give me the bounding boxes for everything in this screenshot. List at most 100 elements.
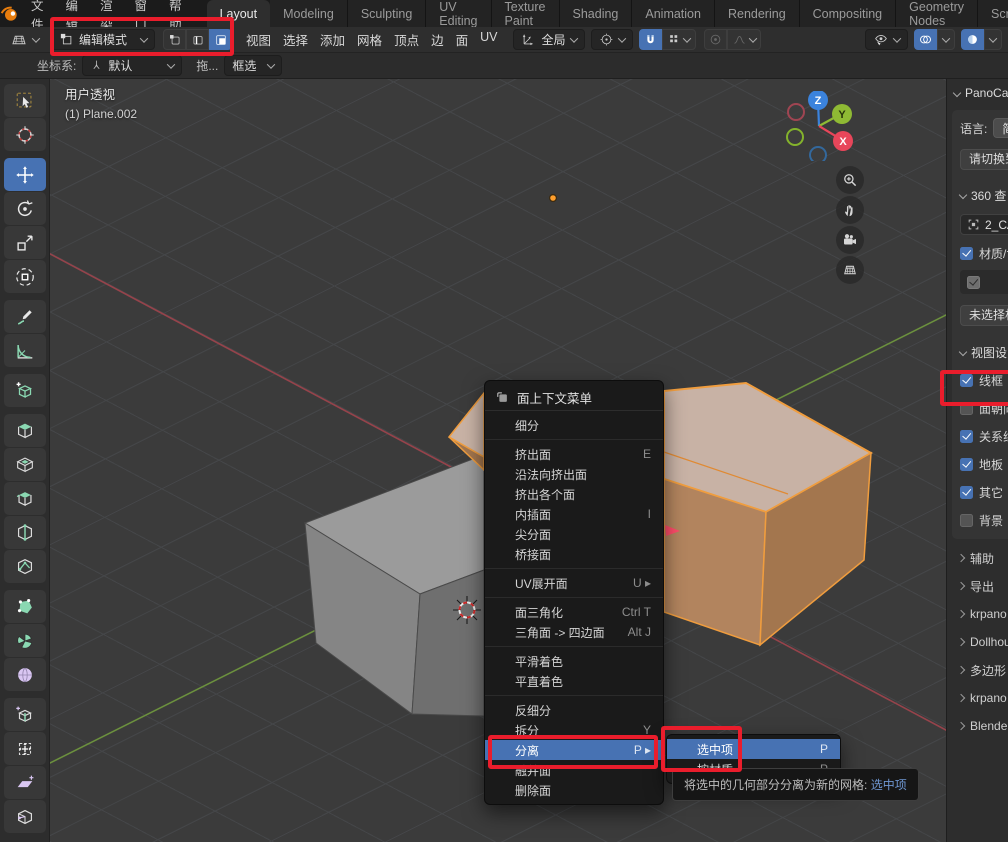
gray-box-object[interactable] bbox=[305, 457, 484, 716]
collapsed-section-5[interactable]: krpano bbox=[958, 689, 1008, 707]
viewport-menu-4[interactable]: 顶点 bbox=[388, 30, 425, 49]
show-overlays-button[interactable] bbox=[914, 29, 937, 50]
menu-item-11[interactable]: 面三角化Ctrl T bbox=[485, 602, 663, 622]
tool-cursor-button[interactable] bbox=[4, 118, 46, 151]
tool-move-button[interactable] bbox=[4, 158, 46, 191]
view-check-5[interactable]: 背景 bbox=[960, 511, 1008, 529]
submenu-item-0[interactable]: 选中项P bbox=[667, 739, 840, 759]
menu-item-18[interactable]: 拆分Y bbox=[485, 720, 663, 740]
tool-rip-region-button[interactable] bbox=[4, 800, 46, 833]
snap-settings-dropdown[interactable] bbox=[662, 29, 696, 50]
tool-bevel-button[interactable] bbox=[4, 482, 46, 515]
viewport-menu-1[interactable]: 选择 bbox=[277, 30, 314, 49]
tab-animation[interactable]: Animation bbox=[632, 0, 715, 27]
camera-view-button[interactable] bbox=[836, 226, 864, 254]
viewport-menu-0[interactable]: 视图 bbox=[240, 30, 277, 49]
tool-smooth-button[interactable] bbox=[4, 658, 46, 691]
gizmo-neg-x-ball[interactable] bbox=[788, 104, 804, 120]
camera-object-field[interactable]: 2_CAM bbox=[960, 214, 1008, 235]
menu-item-19[interactable]: 分离P ▸ bbox=[485, 740, 663, 760]
edge-select-mode-button[interactable] bbox=[186, 29, 209, 50]
tab-sculpting[interactable]: Sculpting bbox=[348, 0, 426, 27]
checkbox-checked[interactable] bbox=[960, 247, 973, 260]
language-dropdown[interactable]: 简 bbox=[993, 118, 1008, 138]
menu-item-5[interactable]: 内插面I bbox=[485, 504, 663, 524]
show-gizmo-dropdown[interactable] bbox=[865, 29, 908, 50]
menu-item-2[interactable]: 挤出面E bbox=[485, 444, 663, 464]
shading-mode-button[interactable] bbox=[961, 29, 984, 50]
tool-measure-button[interactable] bbox=[4, 334, 46, 367]
tool-edge-slide-button[interactable] bbox=[4, 698, 46, 731]
vertex-select-mode-button[interactable] bbox=[163, 29, 186, 50]
tab-rendering[interactable]: Rendering bbox=[715, 0, 800, 27]
tool-shear-button[interactable] bbox=[4, 766, 46, 799]
tool-inset-faces-button[interactable] bbox=[4, 448, 46, 481]
tool-add-cube-button[interactable] bbox=[4, 374, 46, 407]
view-check-2[interactable]: 关系线 bbox=[960, 427, 1008, 445]
viewport-menu-2[interactable]: 添加 bbox=[314, 30, 351, 49]
topbar-menu-3[interactable]: 窗口 bbox=[124, 0, 159, 27]
collapsed-section-1[interactable]: 导出 bbox=[958, 577, 1008, 595]
select-tool-dropdown[interactable]: 框选 bbox=[224, 55, 282, 76]
tab-modeling[interactable]: Modeling bbox=[270, 0, 348, 27]
menu-item-4[interactable]: 挤出各个面 bbox=[485, 484, 663, 504]
menu-item-6[interactable]: 尖分面 bbox=[485, 524, 663, 544]
tab-layout[interactable]: Layout bbox=[207, 0, 271, 27]
coordinate-system-dropdown[interactable]: 默认 bbox=[82, 55, 182, 76]
snap-toggle-button[interactable] bbox=[639, 29, 662, 50]
tab-shading[interactable]: Shading bbox=[560, 0, 633, 27]
zoom-button[interactable] bbox=[836, 166, 864, 194]
material-world-checkbox-row[interactable]: 材质/世界 bbox=[960, 244, 1008, 262]
proportional-editing-button[interactable] bbox=[704, 29, 727, 50]
tool-annotate-button[interactable] bbox=[4, 300, 46, 333]
collapsed-section-3[interactable]: Dollhou bbox=[958, 633, 1008, 651]
menu-item-0[interactable]: 细分 bbox=[485, 415, 663, 435]
collapsed-section-4[interactable]: 多边形 bbox=[958, 661, 1008, 679]
tool-scale-button[interactable] bbox=[4, 226, 46, 259]
menu-item-14[interactable]: 平滑着色 bbox=[485, 651, 663, 671]
view-check-4[interactable]: 其它 bbox=[960, 483, 1008, 501]
menu-item-3[interactable]: 沿法向挤出面 bbox=[485, 464, 663, 484]
no-camera-button[interactable]: 未选择相机 bbox=[960, 305, 1008, 326]
blender-logo-icon[interactable] bbox=[0, 0, 20, 27]
view-check-3[interactable]: 地板 bbox=[960, 455, 1008, 473]
viewport-menu-7[interactable]: UV bbox=[474, 30, 503, 49]
tool-tweak-select-button[interactable] bbox=[4, 84, 46, 117]
checkbox-unchecked[interactable] bbox=[960, 402, 973, 415]
menu-item-12[interactable]: 三角面 -> 四边面Alt J bbox=[485, 622, 663, 642]
pan-button[interactable] bbox=[836, 196, 864, 224]
collapsed-section-0[interactable]: 辅助 bbox=[958, 549, 1008, 567]
panel-header-panocam[interactable]: PanoCamA bbox=[954, 84, 1008, 102]
proportional-falloff-dropdown[interactable] bbox=[727, 29, 761, 50]
tool-extrude-region-button[interactable] bbox=[4, 414, 46, 447]
tool-spin-button[interactable] bbox=[4, 624, 46, 657]
checkbox-gray-checked[interactable] bbox=[967, 276, 980, 289]
navigation-gizmo[interactable]: Z Y X bbox=[784, 91, 854, 161]
menu-item-17[interactable]: 反细分 bbox=[485, 700, 663, 720]
switch-view-button[interactable]: 请切换到对 bbox=[960, 149, 1008, 170]
viewport-menu-5[interactable]: 边 bbox=[425, 30, 450, 49]
mode-selector[interactable]: 编辑模式 bbox=[51, 29, 155, 50]
pivot-point-dropdown[interactable] bbox=[591, 29, 633, 50]
topbar-menu-1[interactable]: 编辑 bbox=[55, 0, 90, 27]
checkbox-checked[interactable] bbox=[960, 458, 973, 471]
tool-knife-button[interactable] bbox=[4, 550, 46, 583]
collapsed-section-2[interactable]: krpano bbox=[958, 605, 1008, 623]
tab-texture-paint[interactable]: Texture Paint bbox=[492, 0, 560, 27]
menu-item-21[interactable]: 删除面 bbox=[485, 780, 663, 800]
tool-poly-build-button[interactable] bbox=[4, 590, 46, 623]
perspective-toggle-button[interactable] bbox=[836, 256, 864, 284]
menu-item-15[interactable]: 平直着色 bbox=[485, 671, 663, 691]
topbar-menu-2[interactable]: 渲染 bbox=[89, 0, 124, 27]
face-select-mode-button[interactable] bbox=[209, 29, 232, 50]
gizmo-neg-z-ball[interactable] bbox=[810, 147, 826, 161]
tool-shrink-fatten-button[interactable] bbox=[4, 732, 46, 765]
tab-geometry-nodes[interactable]: Geometry Nodes bbox=[896, 0, 978, 27]
editor-type-button[interactable] bbox=[6, 29, 43, 50]
topbar-menu-0[interactable]: 文件 bbox=[20, 0, 55, 27]
checkbox-checked[interactable] bbox=[960, 430, 973, 443]
collapsed-section-6[interactable]: Blende bbox=[958, 717, 1008, 735]
viewport-menu-6[interactable]: 面 bbox=[450, 30, 475, 49]
tab-compositing[interactable]: Compositing bbox=[800, 0, 896, 27]
view-check-0[interactable]: 线框 bbox=[960, 371, 1008, 389]
